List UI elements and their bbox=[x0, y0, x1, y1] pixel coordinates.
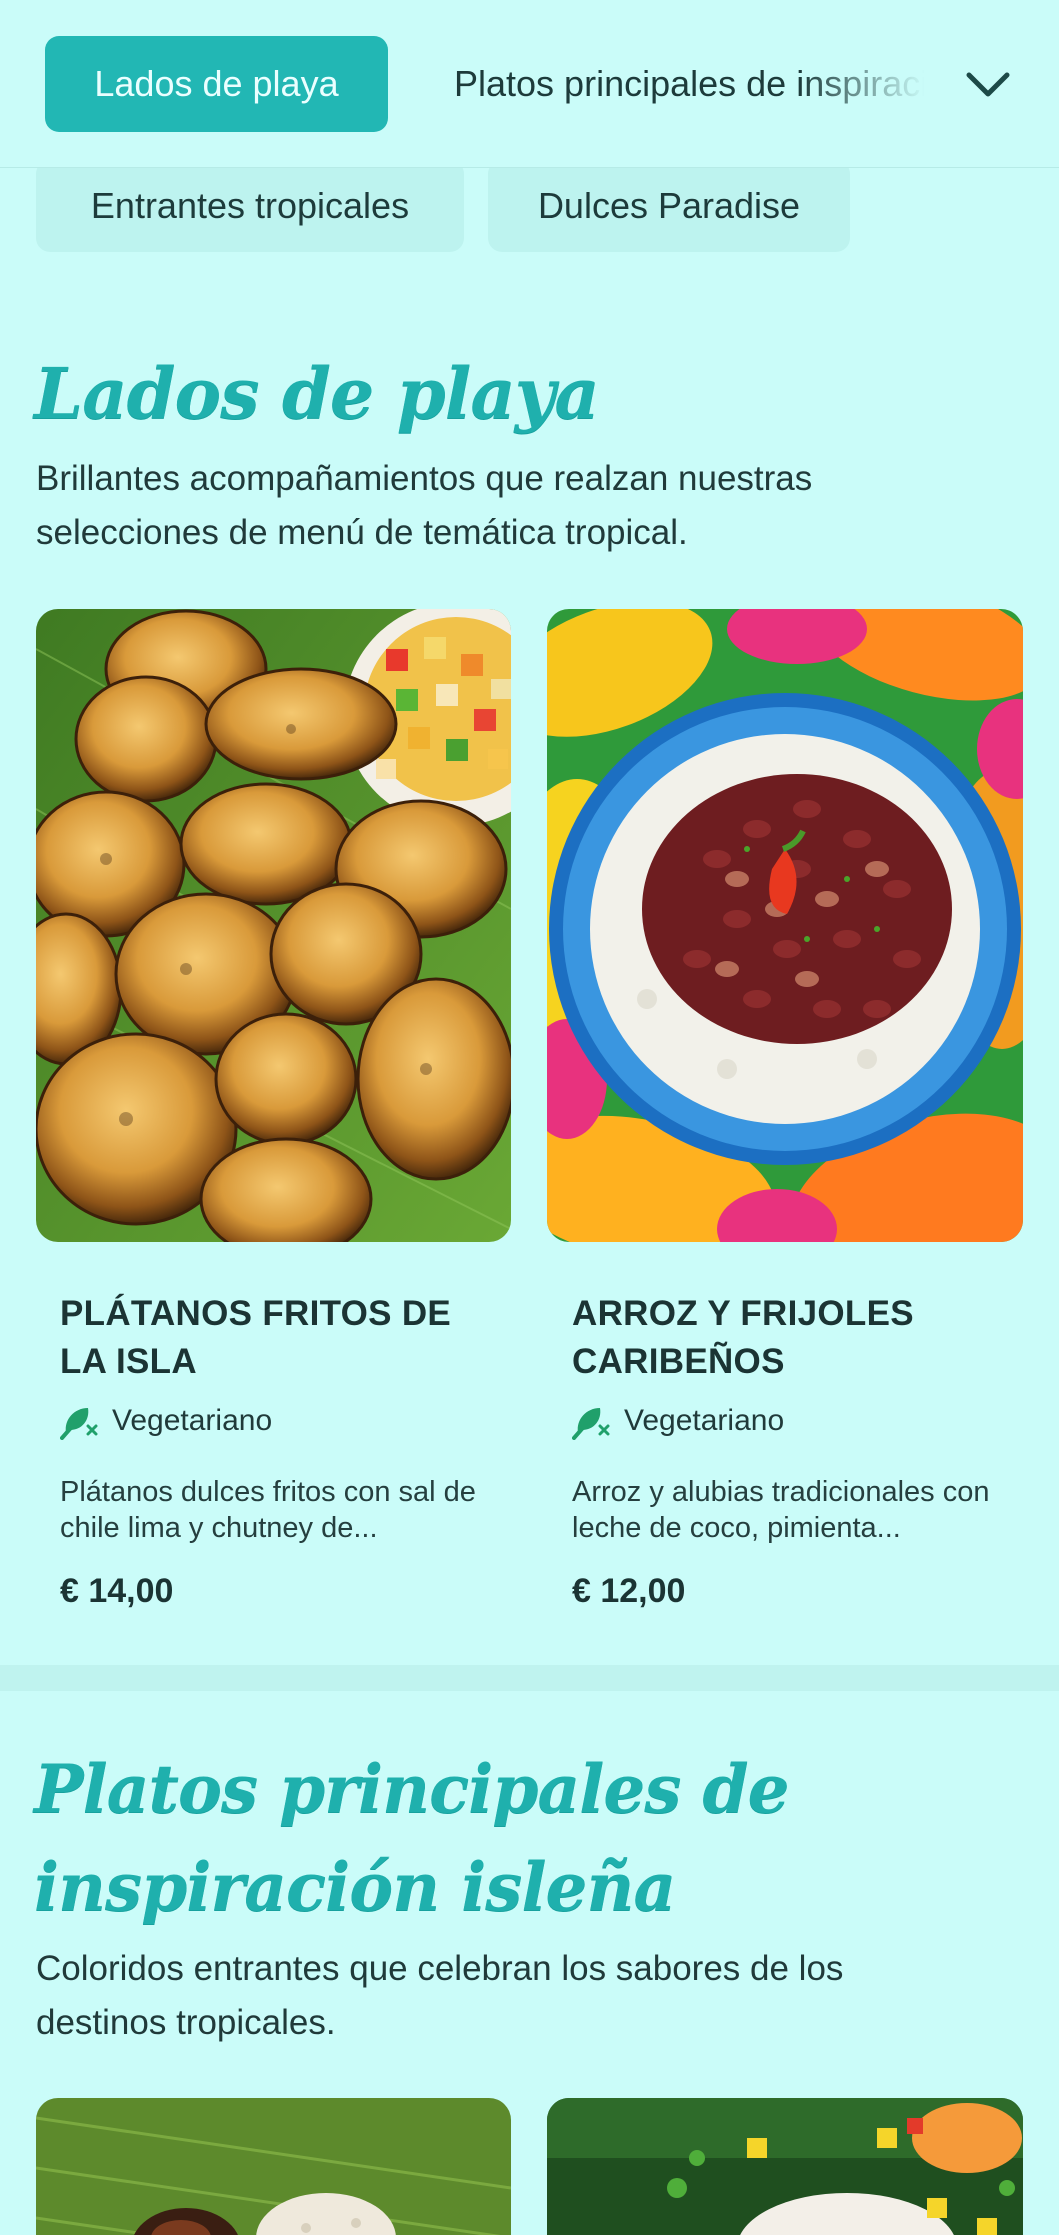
vegetarian-icon bbox=[60, 1408, 98, 1440]
item-description: Plátanos dulces fritos con sal de chile … bbox=[60, 1476, 476, 1544]
item-description: Arroz y alubias tradicionales con leche … bbox=[572, 1476, 990, 1544]
item-name[interactable]: ARROZ Y FRIJOLES CARIBEÑOS bbox=[572, 1290, 992, 1386]
section-description: Coloridos entrantes que celebran los sab… bbox=[36, 1949, 844, 2042]
category-nav: Lados de playa Platos principales de ins… bbox=[0, 0, 1059, 168]
item-price: € 12,00 bbox=[572, 1572, 686, 1610]
item-name[interactable]: PLÁTANOS FRITOS DE LA ISLA bbox=[60, 1290, 480, 1386]
vegetarian-badge: Vegetariano bbox=[60, 1402, 272, 1440]
tab-lados-de-playa[interactable]: Lados de playa bbox=[45, 36, 388, 132]
expand-categories-button[interactable] bbox=[948, 50, 1028, 120]
tab-platos-principales[interactable]: Platos principales de inspiración isleña bbox=[454, 36, 934, 132]
item-image-arroz[interactable] bbox=[547, 609, 1023, 1242]
item-image-platanos[interactable] bbox=[36, 609, 511, 1242]
vegetarian-label: Vegetariano bbox=[112, 1404, 273, 1437]
section-divider bbox=[0, 1665, 1059, 1691]
tab-entrantes-tropicales[interactable]: Entrantes tropicales bbox=[36, 160, 464, 252]
vegetarian-badge: Vegetariano bbox=[572, 1402, 784, 1440]
section-title: Lados de playa bbox=[34, 352, 600, 435]
item-image[interactable] bbox=[36, 2098, 511, 2235]
section-description: Brillantes acompañamientos que realzan n… bbox=[36, 459, 813, 552]
vegetarian-label: Vegetariano bbox=[624, 1404, 785, 1437]
item-image[interactable] bbox=[547, 2098, 1023, 2235]
section-title: Platos principales de inspiración isleña bbox=[34, 1750, 790, 1926]
chevron-down-icon bbox=[966, 72, 1010, 97]
item-price: € 14,00 bbox=[60, 1572, 174, 1610]
vegetarian-icon bbox=[572, 1408, 610, 1440]
tab-dulces-paradise[interactable]: Dulces Paradise bbox=[488, 160, 850, 252]
